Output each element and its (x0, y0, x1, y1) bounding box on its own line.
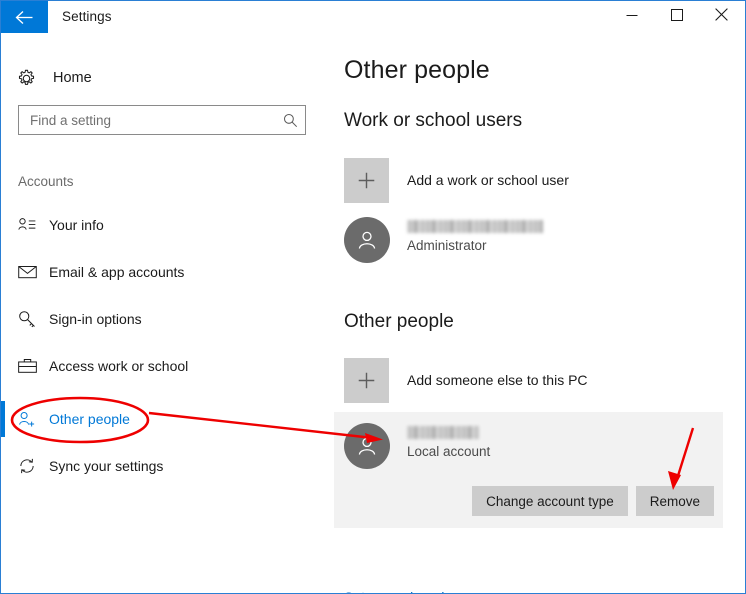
sidebar-item-access-work-school[interactable]: Access work or school (1, 348, 333, 384)
selection-accent-bar (1, 448, 5, 484)
account-row-administrator[interactable]: Administrator (344, 217, 734, 267)
account-card-actions: Change account type Remove (472, 486, 714, 516)
account-subtitle: Local account (407, 444, 491, 459)
account-text-administrator: Administrator (407, 218, 543, 253)
selection-accent-bar (1, 254, 5, 290)
sidebar-item-other-people[interactable]: Other people (1, 401, 333, 437)
account-text-local-account: Local account (407, 424, 490, 459)
sidebar-group-label: Accounts (18, 174, 74, 189)
sidebar-item-sync-your-settings[interactable]: Sync your settings (1, 448, 333, 484)
add-someone-else-label: Add someone else to this PC (407, 372, 588, 388)
minimize-button[interactable] (609, 1, 654, 32)
selection-accent-bar (1, 348, 5, 384)
sidebar-home-label: Home (53, 70, 92, 86)
sync-icon (18, 448, 44, 484)
redacted-account-name (407, 220, 543, 233)
key-icon (18, 301, 44, 337)
briefcase-icon (18, 348, 44, 384)
window-title: Settings (62, 9, 112, 24)
plus-icon (344, 158, 389, 203)
person-lines-icon (18, 207, 44, 243)
sidebar: Home Accounts Your info (1, 40, 333, 593)
sidebar-item-email-app-accounts[interactable]: Email & app accounts (1, 254, 333, 290)
settings-window: Settings Home Find a setting Accounts Yo… (0, 0, 746, 594)
title-bar: Settings (1, 1, 745, 40)
add-someone-else-button[interactable]: Add someone else to this PC (344, 358, 734, 404)
redacted-account-name (407, 426, 479, 439)
add-work-or-school-user-button[interactable]: Add a work or school user (344, 158, 734, 204)
account-subtitle: Administrator (407, 238, 487, 253)
minimize-icon (626, 8, 638, 26)
search-icon[interactable] (275, 113, 305, 128)
sidebar-item-label: Sync your settings (49, 458, 164, 474)
sidebar-item-label: Sign-in options (49, 311, 142, 327)
back-button[interactable] (1, 1, 48, 33)
section-heading-work-or-school-users: Work or school users (344, 110, 523, 131)
sidebar-item-home[interactable]: Home (17, 63, 307, 93)
person-icon (344, 217, 390, 263)
sidebar-item-label: Email & app accounts (49, 264, 185, 280)
envelope-icon (18, 254, 44, 290)
add-work-or-school-user-label: Add a work or school user (407, 172, 569, 188)
page-title: Other people (344, 56, 490, 84)
main-content: Other people Work or school users Add a … (333, 40, 745, 593)
section-heading-other-people: Other people (344, 311, 454, 332)
plus-icon (344, 358, 389, 403)
maximize-icon (670, 8, 683, 26)
sidebar-item-signin-options[interactable]: Sign-in options (1, 301, 333, 337)
close-button[interactable] (699, 1, 744, 32)
close-icon (715, 7, 728, 26)
person-icon (344, 423, 390, 469)
search-box[interactable] (18, 105, 306, 135)
selection-accent-bar (1, 207, 5, 243)
set-up-assigned-access-link[interactable]: Set up assigned access (344, 589, 492, 593)
selection-accent-bar (1, 301, 5, 337)
selection-accent-bar (1, 401, 5, 437)
maximize-button[interactable] (654, 1, 699, 32)
sidebar-item-label: Your info (49, 217, 104, 233)
remove-button[interactable]: Remove (635, 486, 714, 516)
sidebar-item-label: Access work or school (49, 358, 189, 374)
person-plus-icon (18, 401, 44, 437)
change-account-type-button[interactable]: Change account type (472, 486, 628, 516)
sidebar-item-your-info[interactable]: Your info (1, 207, 333, 243)
gear-icon (17, 69, 49, 88)
back-arrow-icon (15, 10, 34, 25)
account-card-local-account[interactable]: Local account Change account type Remove (334, 412, 723, 528)
sidebar-item-label: Other people (49, 411, 130, 427)
search-input[interactable] (30, 107, 275, 133)
